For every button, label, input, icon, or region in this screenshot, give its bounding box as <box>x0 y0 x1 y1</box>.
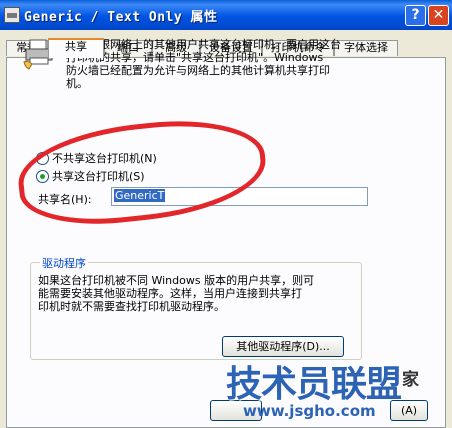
radio-share-option[interactable]: 共享这台打印机(S) <box>36 168 145 184</box>
watermark-logo-text: 技术员联盟 <box>226 364 402 405</box>
description-line: 您可以跟网络上的其他用户共享这台打印机。要启用这台 <box>66 38 341 51</box>
watermark-corner-text: 家 <box>402 370 419 390</box>
radio-label: 不共享这台打印机(N) <box>52 152 157 165</box>
description-line: 打印机的共享，请单击"共享这台打印机"。Windows <box>66 51 324 64</box>
other-drivers-button[interactable]: 其他驱动程序(D)... <box>222 336 344 357</box>
help-button[interactable]: ? <box>405 5 426 26</box>
drivers-line: 如果这台打印机被不同 Windows 版本的用户共享，则可 <box>38 274 315 287</box>
watermark-url: www.jsgho.com <box>243 402 376 420</box>
close-button[interactable]: ✕ <box>428 5 449 26</box>
description-line: 机。 <box>66 77 88 90</box>
radio-not-share-option[interactable]: 不共享这台打印机(N) <box>36 150 157 166</box>
description-line: 防火墙已经配置为允许与网络上的其他计算机共享打印 <box>66 64 330 77</box>
title-bar: Generic / Text Only 属性 ? ✕ <box>0 0 452 30</box>
radio-label: 共享这台打印机(S) <box>52 170 145 183</box>
radio-button-selected[interactable] <box>36 169 49 183</box>
printer-icon <box>4 7 20 23</box>
drivers-line: 能需要安装其他驱动程序。这样，当用户连接到共享打 <box>38 287 302 300</box>
drivers-description: 如果这台打印机被不同 Windows 版本的用户共享，则可 能需要安装其他驱动程… <box>38 274 356 313</box>
sharing-description: 您可以跟网络上的其他用户共享这台打印机。要启用这台 打印机的共享，请单击"共享这… <box>66 38 396 90</box>
window-title: Generic / Text Only 属性 <box>24 10 218 25</box>
share-name-label: 共享名(H): <box>38 193 92 206</box>
share-name-input[interactable]: GenericT <box>111 187 368 206</box>
drivers-group-title: 驱动程序 <box>40 255 88 271</box>
radio-button[interactable] <box>36 151 49 165</box>
tab-sharing[interactable]: 共享 <box>48 38 104 58</box>
drivers-line: 印机时就不需要查找打印机驱动程序。 <box>38 300 225 313</box>
share-name-value: GenericT <box>114 189 166 202</box>
